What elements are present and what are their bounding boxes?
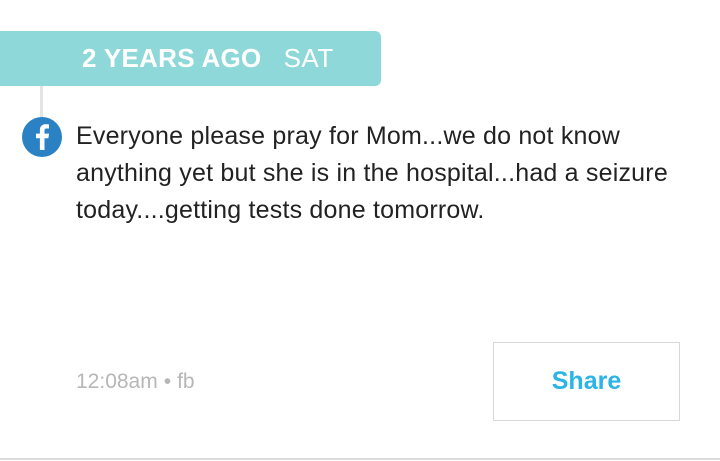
post-source: fb — [177, 370, 195, 393]
post-meta: 12:08am • fb — [76, 370, 195, 394]
date-header-tag: 2 YEARS AGO SAT — [0, 31, 381, 86]
timeline-connector — [40, 86, 43, 120]
bottom-divider — [0, 458, 720, 460]
share-button[interactable]: Share — [493, 342, 680, 421]
facebook-icon — [22, 117, 62, 157]
meta-separator: • — [163, 370, 172, 393]
post-time: 12:08am — [76, 370, 158, 393]
years-ago-label: 2 YEARS AGO — [82, 43, 262, 73]
post-text: Everyone please pray for Mom...we do not… — [76, 122, 668, 224]
weekday-label: SAT — [283, 43, 334, 73]
